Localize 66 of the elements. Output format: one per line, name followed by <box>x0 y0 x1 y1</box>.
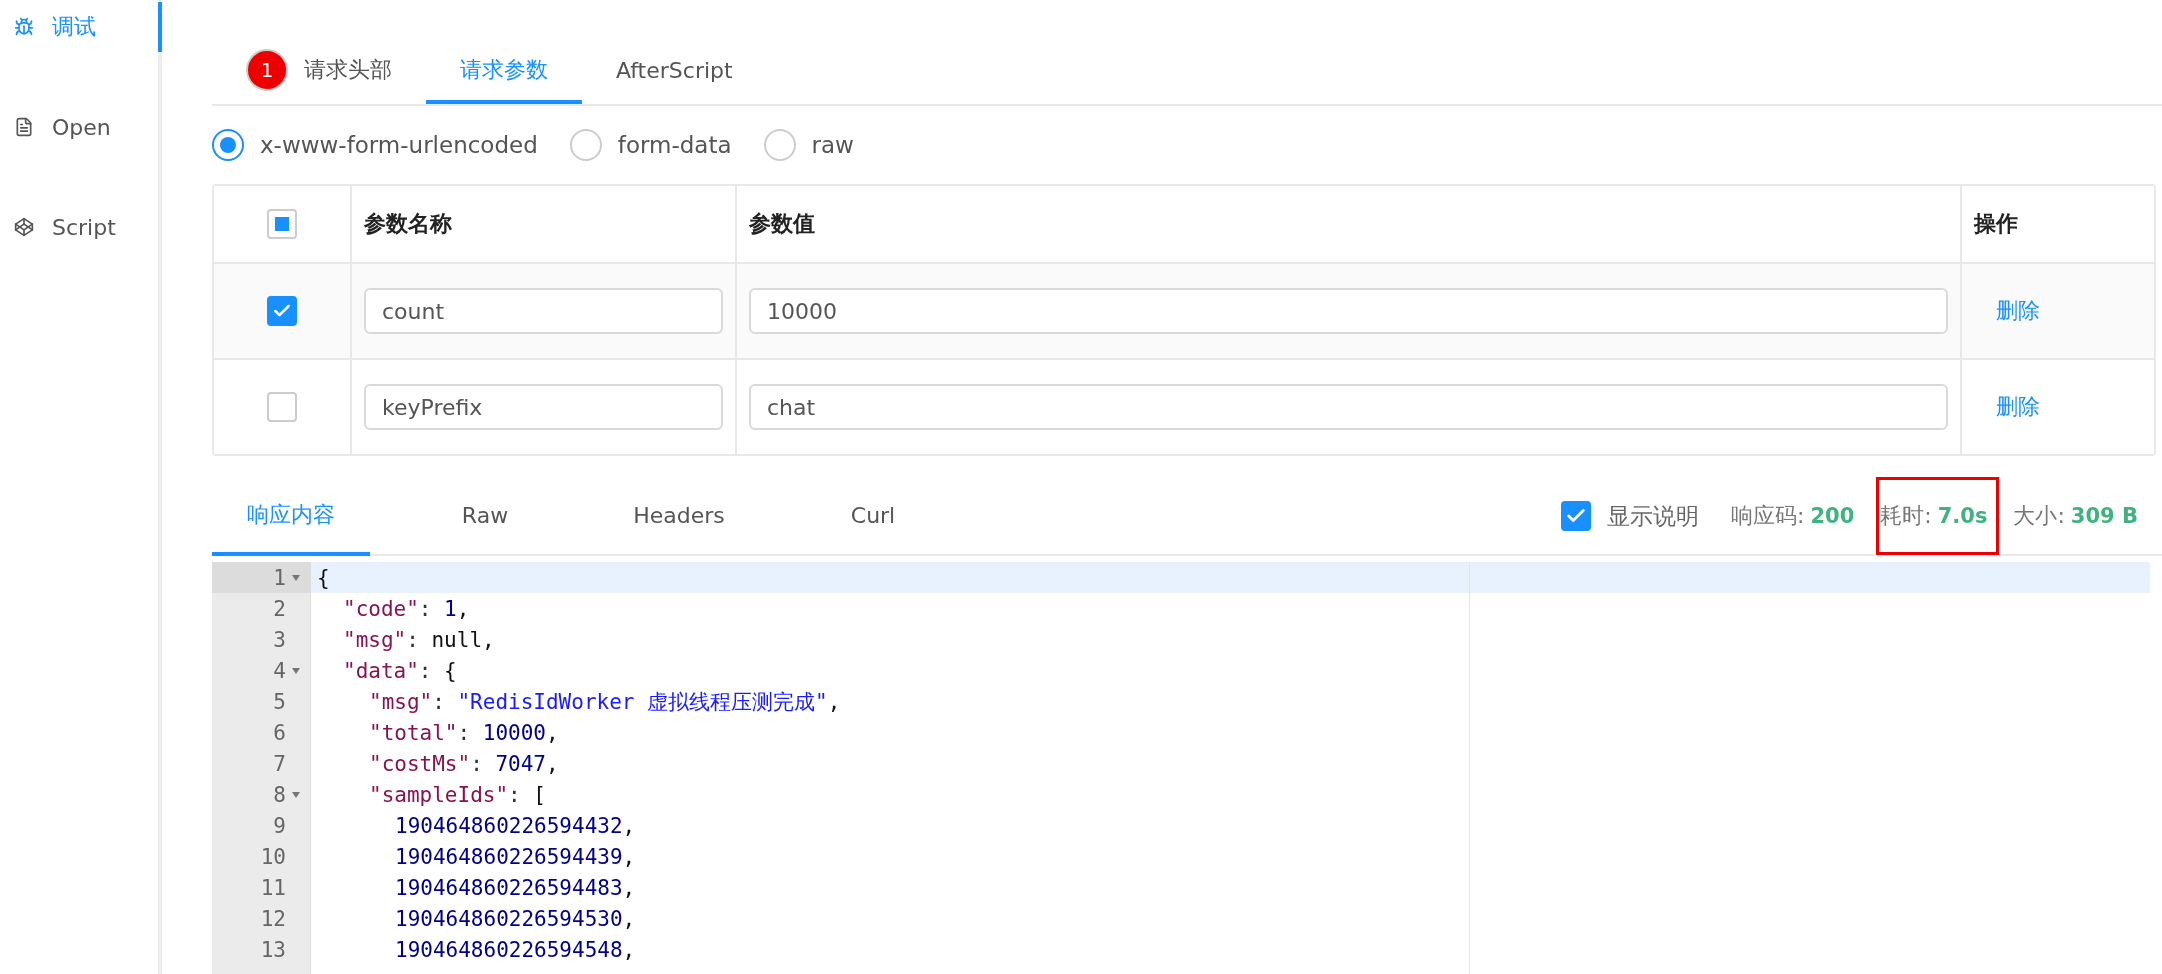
code-line: 190464860226594530, <box>394 905 637 933</box>
value-field[interactable]: 10000 <box>749 288 1948 334</box>
code-line: "msg": null, <box>342 626 496 654</box>
fold-icon[interactable] <box>291 573 301 582</box>
line-number: 6 <box>273 720 286 745</box>
line-number: 2 <box>273 596 286 621</box>
radio-option[interactable]: form-data <box>569 129 732 161</box>
code-line: "costMs": 7047, <box>368 750 560 778</box>
code-line: 190464860226594483, <box>394 874 637 902</box>
code-line: "data": { <box>342 657 458 685</box>
column-header: 参数名称 <box>364 210 452 238</box>
radio-button[interactable] <box>212 129 244 161</box>
line-number: 10 <box>260 844 286 869</box>
tab[interactable]: 1 请求头部 <box>212 40 426 104</box>
code-line: "code": 1, <box>342 595 471 623</box>
count-badge: 1 <box>246 49 288 91</box>
sidebar-item[interactable]: Open <box>0 102 162 152</box>
cube-icon <box>14 217 34 237</box>
stat-label: 耗时: <box>1880 502 1932 530</box>
code-line: "sampleIds": [ <box>368 781 547 809</box>
line-number: 11 <box>260 875 286 900</box>
value-field[interactable]: chat <box>749 384 1948 430</box>
name-field[interactable]: keyPrefix <box>364 384 723 430</box>
radio-label: form-data <box>617 132 732 158</box>
radio-option[interactable]: raw <box>763 129 854 161</box>
code-line: 190464860226594548, <box>394 936 637 964</box>
radio-button[interactable] <box>569 129 602 161</box>
sidebar-item[interactable]: Script <box>0 202 162 252</box>
row-checkbox[interactable] <box>267 296 297 326</box>
code-line: 190464860226594439, <box>394 843 637 871</box>
stat-value: 200 <box>1810 504 1855 528</box>
radio-button[interactable] <box>763 129 796 161</box>
tab[interactable]: Raw <box>406 478 564 556</box>
radio-label: x-www-form-urlencoded <box>260 132 538 158</box>
name-field[interactable]: count <box>364 288 723 334</box>
line-number: 7 <box>273 751 286 776</box>
column-header: 参数值 <box>749 210 815 238</box>
line-number: 9 <box>273 813 286 838</box>
checkbox-label: 显示说明 <box>1607 501 1700 531</box>
column-header: 操作 <box>1974 210 2018 238</box>
stat-value: 309 B <box>2070 504 2138 528</box>
code-line: "total": 10000, <box>368 719 560 747</box>
code-line: 190464860226594432, <box>394 812 637 840</box>
line-number: 1 <box>273 565 286 590</box>
line-number: 13 <box>260 937 286 962</box>
line-number: 5 <box>273 689 286 714</box>
checkbox[interactable] <box>1561 501 1592 531</box>
code-line: "msg": "RedisIdWorker 虚拟线程压测完成", <box>368 688 842 716</box>
line-number: 12 <box>260 906 286 931</box>
fold-icon[interactable] <box>291 666 301 675</box>
select-all-checkbox[interactable] <box>267 209 297 239</box>
tab[interactable]: AfterScript <box>582 40 767 104</box>
fold-icon[interactable] <box>291 790 301 799</box>
stat-label: 响应码: <box>1731 502 1805 530</box>
bug-icon <box>14 17 34 37</box>
line-number: 8 <box>273 782 286 807</box>
stat-label: 大小: <box>2013 502 2065 530</box>
tab[interactable]: Headers <box>600 478 758 556</box>
tab[interactable]: Curl <box>794 478 952 556</box>
radio-option[interactable]: x-www-form-urlencoded <box>212 129 538 161</box>
line-number: 3 <box>273 627 286 652</box>
radio-label: raw <box>811 132 854 158</box>
document-icon <box>14 117 34 137</box>
stat-value: 7.0s <box>1937 504 1988 528</box>
line-number: 4 <box>273 658 286 683</box>
row-checkbox[interactable] <box>267 392 297 422</box>
